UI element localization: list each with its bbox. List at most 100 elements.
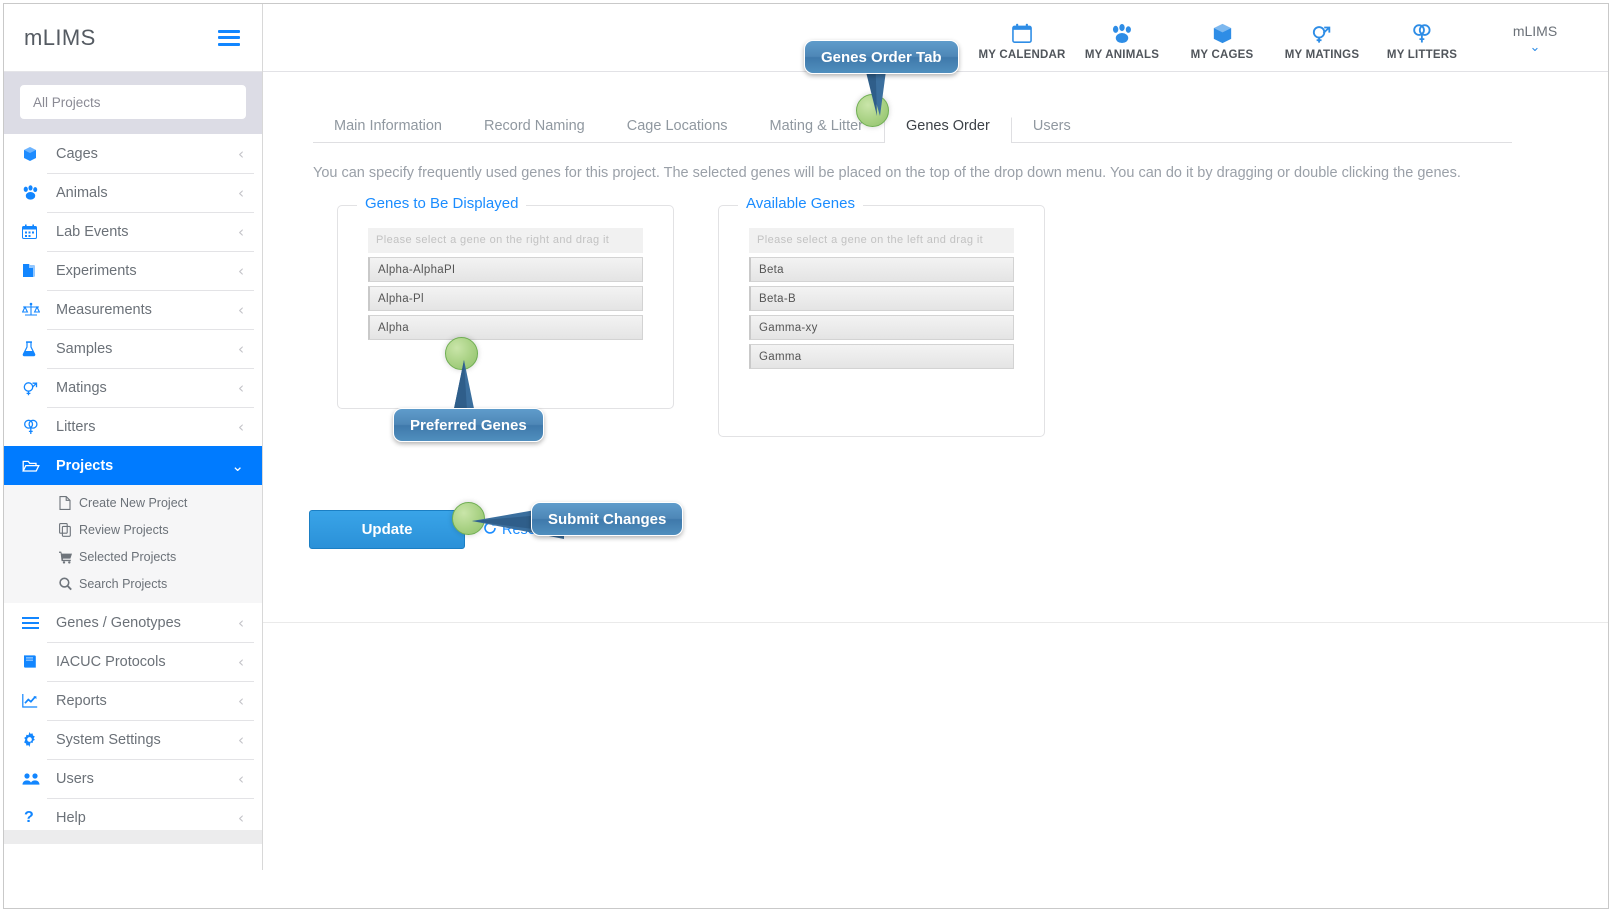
project-search-band <box>4 72 262 134</box>
chevron-down-icon: ⌄ <box>1529 39 1541 54</box>
chevron-left-icon: ‹ <box>238 691 244 710</box>
search-icon <box>59 576 79 591</box>
cube-icon <box>1212 23 1233 45</box>
sidebar-item-experiments[interactable]: Experiments ‹ <box>4 251 262 290</box>
topnav-my-matings[interactable]: MY MATINGS <box>1272 23 1372 61</box>
sidebar-item-iacuc-protocols[interactable]: IACUC Protocols ‹ <box>4 642 262 681</box>
sidebar-nav: Cages ‹ Animals ‹ Lab Events ‹ Experimen… <box>4 134 262 837</box>
chevron-left-icon: ‹ <box>238 652 244 671</box>
sidebar-subitem-label: Selected Projects <box>79 549 177 564</box>
chevron-left-icon: ‹ <box>238 183 244 202</box>
gene-item[interactable]: Gamma-xy <box>749 315 1014 340</box>
sidebar-item-label: Experiments <box>56 262 137 279</box>
sidebar-footer <box>4 830 262 844</box>
panel-legend: Available Genes <box>738 195 863 212</box>
user-menu[interactable]: mLIMS ⌄ <box>1480 23 1590 54</box>
sidebar-item-measurements[interactable]: Measurements ‹ <box>4 290 262 329</box>
sidebar-item-label: Genes / Genotypes <box>56 614 181 631</box>
sidebar-subitem-create-new-project[interactable]: Create New Project <box>4 489 262 516</box>
sidebar: mLIMS Cages ‹ Animals <box>4 4 263 870</box>
sidebar-item-users[interactable]: Users ‹ <box>4 759 262 798</box>
gene-item[interactable]: Alpha <box>368 315 643 340</box>
sidebar-item-label: System Settings <box>56 731 161 748</box>
preferred-genes-list[interactable]: Please select a gene on the right and dr… <box>368 228 643 340</box>
cart-icon <box>59 550 79 564</box>
folder-open-icon <box>22 458 48 474</box>
chevron-left-icon: ‹ <box>238 613 244 632</box>
documents-icon <box>22 263 48 279</box>
gene-item[interactable]: Alpha-Pl <box>368 286 643 311</box>
book-icon <box>22 654 48 669</box>
sidebar-item-litters[interactable]: Litters ‹ <box>4 407 262 446</box>
sidebar-item-genes-genotypes[interactable]: Genes / Genotypes ‹ <box>4 603 262 642</box>
tab-cage-locations[interactable]: Cage Locations <box>606 118 749 142</box>
sidebar-item-label: Matings <box>56 379 107 396</box>
paw-icon <box>1111 23 1133 45</box>
gene-item[interactable]: Beta <box>749 257 1014 282</box>
callout-label: Preferred Genes <box>410 416 527 434</box>
tab-record-naming[interactable]: Record Naming <box>463 118 606 142</box>
sidebar-item-reports[interactable]: Reports ‹ <box>4 681 262 720</box>
drop-hint: Please select a gene on the right and dr… <box>368 228 643 271</box>
flask-icon <box>22 340 48 357</box>
sidebar-item-label: IACUC Protocols <box>56 653 166 670</box>
topnav-label: MY CALENDAR <box>978 48 1066 61</box>
callout-preferred-genes: Preferred Genes <box>393 408 544 442</box>
mating-icon <box>1311 23 1333 45</box>
sidebar-item-label: Reports <box>56 692 107 709</box>
content-divider <box>263 622 1608 623</box>
gene-item[interactable]: Beta-B <box>749 286 1014 311</box>
paw-icon <box>22 184 48 201</box>
chevron-left-icon: ‹ <box>238 417 244 436</box>
sidebar-item-projects[interactable]: Projects ⌄ <box>4 446 262 485</box>
sidebar-item-cages[interactable]: Cages ‹ <box>4 134 262 173</box>
page-description: You can specify frequently used genes fo… <box>313 165 1461 181</box>
chevron-left-icon: ‹ <box>238 261 244 280</box>
sidebar-item-system-settings[interactable]: System Settings ‹ <box>4 720 262 759</box>
chevron-left-icon: ‹ <box>238 378 244 397</box>
sidebar-subitem-search-projects[interactable]: Search Projects <box>4 570 262 597</box>
sidebar-item-animals[interactable]: Animals ‹ <box>4 173 262 212</box>
chevron-left-icon: ‹ <box>238 222 244 241</box>
sidebar-item-samples[interactable]: Samples ‹ <box>4 329 262 368</box>
topnav-my-litters[interactable]: MY LITTERS <box>1372 23 1472 61</box>
gene-item[interactable]: Gamma <box>749 344 1014 369</box>
topnav-my-animals[interactable]: MY ANIMALS <box>1072 23 1172 61</box>
sidebar-item-label: Cages <box>56 145 98 162</box>
available-genes-list[interactable]: Please select a gene on the left and dra… <box>749 228 1014 369</box>
gear-icon <box>22 732 48 747</box>
tab-users[interactable]: Users <box>1012 118 1092 142</box>
chevron-down-icon: ⌄ <box>231 456 244 475</box>
search-input[interactable] <box>20 85 246 119</box>
tab-main-information[interactable]: Main Information <box>313 118 463 142</box>
topnav-my-calendar[interactable]: MY CALENDAR <box>972 23 1072 61</box>
hamburger-icon[interactable] <box>218 29 240 46</box>
sidebar-subitem-selected-projects[interactable]: Selected Projects <box>4 543 262 570</box>
main-content: Main Information Record Naming Cage Loca… <box>263 72 1608 908</box>
app-brand-title: mLIMS <box>24 24 96 50</box>
gene-item[interactable]: Alpha-AlphaPI <box>368 257 643 282</box>
sidebar-item-label: Litters <box>56 418 96 435</box>
topnav-label: MY CAGES <box>1190 48 1254 61</box>
sidebar-header: mLIMS <box>4 4 262 72</box>
sidebar-item-label: Measurements <box>56 301 152 318</box>
chevron-left-icon: ‹ <box>238 339 244 358</box>
sidebar-subitem-review-projects[interactable]: Review Projects <box>4 516 262 543</box>
chart-line-icon <box>22 693 48 708</box>
callout-label: Submit Changes <box>548 510 667 528</box>
topnav-my-cages[interactable]: MY CAGES <box>1172 23 1272 61</box>
update-button[interactable]: Update <box>309 510 465 549</box>
sidebar-item-label: Help <box>56 809 86 826</box>
topnav-label: MY ANIMALS <box>1084 48 1160 61</box>
available-genes-panel: Available Genes Please select a gene on … <box>718 195 1045 437</box>
sidebar-item-lab-events[interactable]: Lab Events ‹ <box>4 212 262 251</box>
chevron-left-icon: ‹ <box>238 769 244 788</box>
callout-genes-order-tab: Genes Order Tab <box>804 40 959 74</box>
sidebar-item-label: Projects <box>56 457 114 474</box>
file-icon <box>59 495 79 510</box>
sidebar-subnav-projects: Create New Project Review Projects Selec… <box>4 485 262 603</box>
list-icon <box>22 616 48 630</box>
sidebar-item-label: Samples <box>56 340 113 357</box>
sidebar-item-matings[interactable]: Matings ‹ <box>4 368 262 407</box>
mating-icon <box>22 380 48 396</box>
